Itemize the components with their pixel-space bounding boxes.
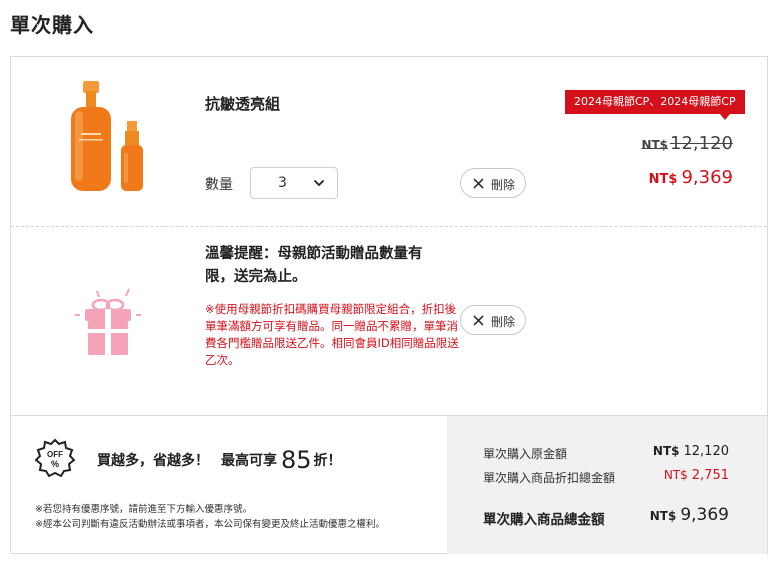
close-icon	[473, 315, 484, 326]
disclaimer-line-2: ※經本公司判斷有違反活動辦法或事項者，本公司保有變更及終止活動優惠之權利。	[35, 519, 385, 530]
svg-text:%: %	[51, 459, 59, 469]
svg-text:OFF: OFF	[47, 450, 63, 459]
promo-max-value: 85	[281, 446, 312, 474]
price-original: NT$ 12,120	[641, 133, 733, 154]
quantity-value: 3	[278, 175, 287, 191]
original-amount-currency: NT$	[652, 444, 680, 458]
disclaimer: ※若您持有優惠序號，請前進至下方輸入優惠序號。 ※經本公司判斷有違反活動辦法或事…	[35, 502, 385, 532]
quantity-select[interactable]: 3	[250, 167, 338, 199]
gift-reminder-title: 溫馨提醒：母親節活動贈品數量有限，送完為止。	[205, 246, 423, 285]
original-amount-number: 12,120	[683, 444, 730, 459]
promo-tag: 2024母親節CP、2024母親節CP	[565, 90, 745, 114]
totals-panel: 單次購入原金額 NT$ 12,120 單次購入商品折扣總金額 NT$ 2,751 單…	[447, 416, 767, 554]
product-row: 抗皺透亮組 2024母親節CP、2024母親節CP NT$ 12,120 NT$ 9…	[11, 57, 767, 227]
total-amount-currency: NT$	[649, 509, 677, 523]
promo-panel: OFF % 買越多，省越多！ 最高可享 85 折！ ※若您持有優惠序號，請前進至下方輸…	[11, 416, 447, 554]
remove-product-button[interactable]: 刪除	[460, 168, 526, 198]
product-name[interactable]: 抗皺透亮組	[205, 93, 280, 114]
total-amount-label: 單次購入商品總金額	[483, 512, 605, 528]
price-original-value: 12,120	[670, 133, 733, 154]
disclaimer-line-1: ※若您持有優惠序號，請前進至下方輸入優惠序號。	[35, 504, 252, 515]
promo-headline: 買越多，省越多！ 最高可享 85 折！	[97, 446, 342, 474]
price-sale-value: 9,369	[681, 167, 733, 188]
promo-headline-text: 買越多，省越多！	[97, 453, 209, 469]
serum-bottles-image[interactable]	[69, 81, 155, 193]
cart-card: 抗皺透亮組 2024母親節CP、2024母親節CP NT$ 12,120 NT$ 9…	[10, 56, 768, 554]
chevron-down-icon	[313, 179, 325, 187]
total-amount-number: 9,369	[680, 505, 729, 525]
close-icon	[473, 178, 484, 189]
discount-amount-currency: NT$	[663, 468, 688, 482]
price-original-currency: NT$	[641, 138, 669, 152]
page-title: 單次購入	[10, 13, 94, 37]
price-sale: NT$ 9,369	[649, 167, 733, 188]
promo-tag-pointer	[720, 114, 730, 120]
discount-amount-value: NT$ 2,751	[664, 468, 729, 483]
original-amount-label: 單次購入原金額	[483, 447, 568, 461]
remove-gift-button[interactable]: 刪除	[460, 305, 526, 335]
order-summary: OFF % 買越多，省越多！ 最高可享 85 折！ ※若您持有優惠序號，請前進至下方輸…	[11, 415, 767, 554]
price-sale-currency: NT$	[648, 172, 678, 187]
promo-max-prefix: 最高可享	[221, 453, 277, 469]
remove-gift-label: 刪除	[491, 315, 516, 329]
gift-box-icon	[75, 288, 141, 355]
total-amount-value: NT$ 9,369	[650, 505, 729, 525]
discount-amount-number: 2,751	[691, 468, 729, 483]
original-amount-value: NT$ 12,120	[653, 444, 729, 459]
promo-max-suffix: 折！	[313, 453, 342, 469]
discount-amount-label: 單次購入商品折扣總金額	[483, 471, 616, 485]
remove-product-label: 刪除	[491, 178, 516, 192]
gift-reminder-note: ※使用母親節折扣碼購買母親節限定組合，折扣後單筆滿額方可享有贈品。同一贈品不累贈…	[205, 302, 459, 367]
off-percent-badge-icon: OFF %	[35, 438, 75, 478]
gift-row: 溫馨提醒：母親節活動贈品數量有限，送完為止。 ※使用母親節折扣碼購買母親節限定組…	[11, 227, 767, 415]
quantity-label: 數量	[205, 177, 233, 193]
